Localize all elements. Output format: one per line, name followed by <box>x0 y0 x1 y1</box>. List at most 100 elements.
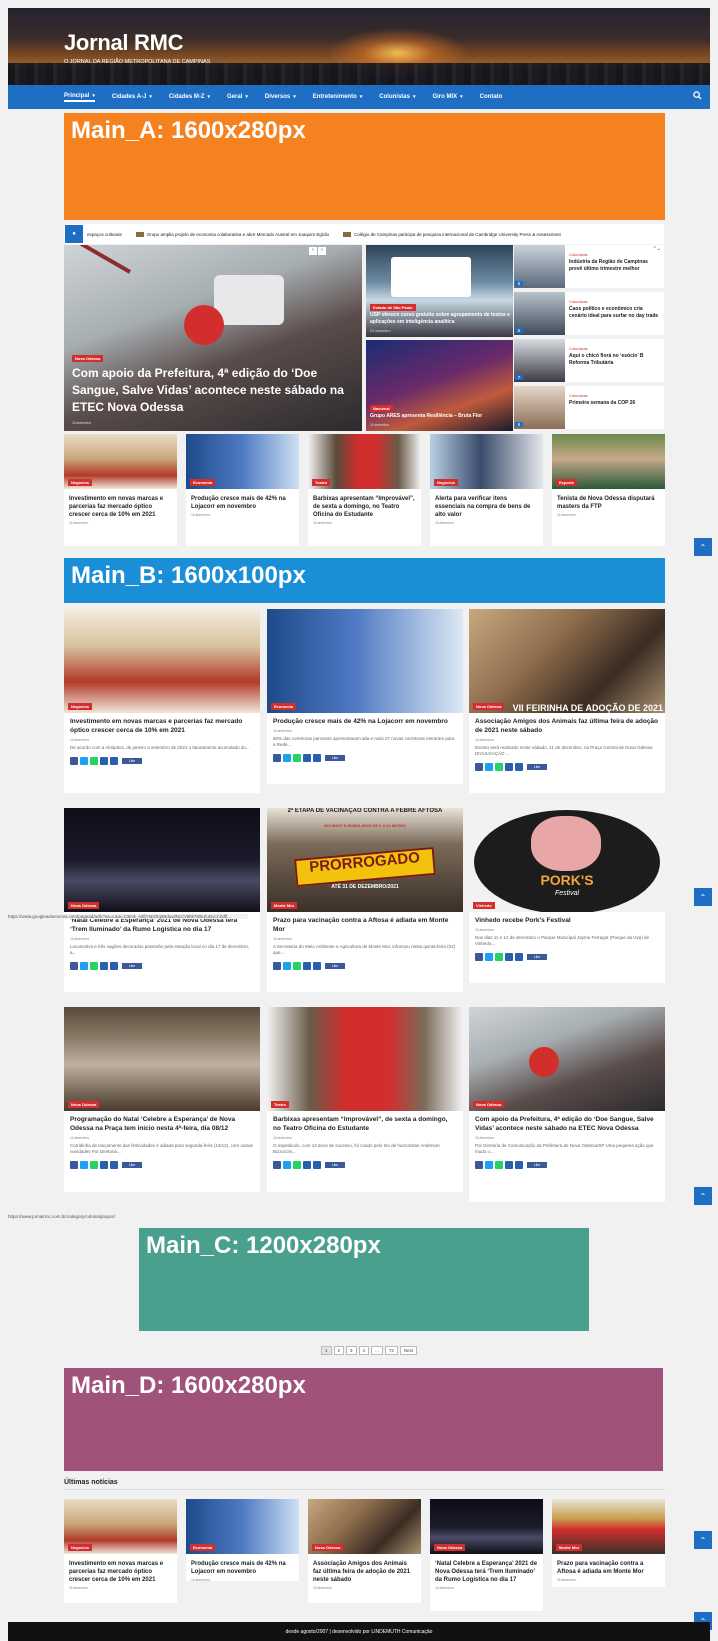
facebook-icon[interactable] <box>70 1161 78 1170</box>
feature-title[interactable]: USP oferece curso gratuito sobre agrupam… <box>370 312 510 325</box>
print-icon[interactable] <box>515 1161 523 1170</box>
like-button[interactable]: Like <box>527 764 547 771</box>
news-card[interactable]: Nova Odessa Com apoio da Prefeitura, 4ª … <box>469 1007 665 1202</box>
nav-item-giro-mix[interactable]: Giro MIX ▾ <box>432 94 462 100</box>
whatsapp-icon[interactable] <box>495 763 503 772</box>
news-card[interactable]: Nova Odessa ‘Natal Celebre a Esperança’ … <box>430 1499 543 1611</box>
page-link[interactable]: 3 <box>346 1346 357 1355</box>
nav-item-contato[interactable]: Contato <box>480 94 503 100</box>
whatsapp-icon[interactable] <box>293 754 301 763</box>
facebook-icon[interactable] <box>475 763 483 772</box>
chevron-up-icon[interactable]: ⌃ <box>694 1187 712 1205</box>
like-button[interactable]: Like <box>527 954 547 961</box>
twitter-icon[interactable] <box>283 962 291 971</box>
news-card[interactable]: VII FEIRINHA DE ADOÇÃO DE 2021 Nova Odes… <box>469 609 665 793</box>
print-icon[interactable] <box>110 756 118 765</box>
category-badge[interactable]: Nacional <box>370 405 393 412</box>
ticker-item[interactable]: Grupo amplia projeto de economia colabor… <box>135 231 329 237</box>
email-icon[interactable] <box>100 1161 108 1170</box>
mid-feature[interactable]: Nacional Grupo ARES apresenta Resiliênci… <box>366 340 513 431</box>
email-icon[interactable] <box>100 756 108 765</box>
twitter-icon[interactable] <box>80 756 88 765</box>
news-card[interactable]: Negócios Investimento em novas marcas e … <box>64 609 260 793</box>
twitter-icon[interactable] <box>485 763 493 772</box>
email-icon[interactable] <box>303 754 311 763</box>
ad-main-c[interactable]: Main_C: 1200x280px <box>139 1228 589 1331</box>
ticker-item[interactable]: espaços culturais <box>87 232 122 237</box>
page-link[interactable]: 2 <box>333 1346 345 1355</box>
page-link[interactable]: 4 <box>358 1346 370 1355</box>
like-button[interactable]: Like <box>325 755 345 762</box>
print-icon[interactable] <box>515 763 523 772</box>
side-list-item[interactable]: 8 Colunistas Primeira semana da COP 26 <box>514 386 664 429</box>
news-card[interactable]: Economia Produção cresce mais de 42% na … <box>186 1499 299 1582</box>
facebook-icon[interactable] <box>475 1161 483 1170</box>
like-button[interactable]: Like <box>122 963 142 970</box>
print-icon[interactable] <box>110 962 118 971</box>
email-icon[interactable] <box>505 953 513 962</box>
nav-item-diversos[interactable]: Diversos ▾ <box>265 94 296 100</box>
facebook-icon[interactable] <box>273 962 281 971</box>
side-list-item[interactable]: 6 Colunistas Caos político e econômico c… <box>514 292 664 335</box>
twitter-icon[interactable] <box>80 962 88 971</box>
chevron-up-icon[interactable]: ⌃ <box>694 538 712 556</box>
nav-item-cidades-a-j[interactable]: Cidades A-J ▾ <box>112 94 152 100</box>
like-button[interactable]: Like <box>122 757 142 764</box>
chevron-up-icon[interactable]: ⌃ <box>694 888 712 906</box>
facebook-icon[interactable] <box>70 962 78 971</box>
twitter-icon[interactable] <box>283 1161 291 1170</box>
facebook-icon[interactable] <box>273 754 281 763</box>
chevron-up-icon[interactable]: ⌃⌄ <box>653 246 661 252</box>
nav-item-entretenimento[interactable]: Entretenimento ▾ <box>313 94 363 100</box>
twitter-icon[interactable] <box>283 754 291 763</box>
print-icon[interactable] <box>313 1161 321 1170</box>
news-card[interactable]: Negócios Investimento em novas marcas e … <box>64 434 177 546</box>
twitter-icon[interactable] <box>485 1161 493 1170</box>
twitter-icon[interactable] <box>485 953 493 962</box>
like-button[interactable]: Like <box>325 963 345 970</box>
whatsapp-icon[interactable] <box>495 1161 503 1170</box>
chevron-left-icon[interactable]: ‹ <box>309 247 317 255</box>
ad-main-b[interactable]: Main_B: 1600x100px <box>64 558 665 603</box>
hero-feature[interactable]: ‹ › Nova Odessa Com apoio da Prefeitura,… <box>64 245 362 431</box>
news-card[interactable]: Esporte Tenista de Nova Odessa disputará… <box>552 434 665 546</box>
news-card[interactable]: Nova Odessa Associação Amigos dos Animai… <box>308 1499 421 1603</box>
print-icon[interactable] <box>515 953 523 962</box>
side-list-item[interactable]: 5 ⌃⌄ Colunistas Indústria da Região de C… <box>514 245 664 288</box>
page-link[interactable]: 1 <box>321 1346 332 1355</box>
print-icon[interactable] <box>110 1161 118 1170</box>
facebook-icon[interactable] <box>475 953 483 962</box>
whatsapp-icon[interactable] <box>293 962 301 971</box>
nav-item-colunistas[interactable]: Colunistas ▾ <box>379 94 415 100</box>
like-button[interactable]: Like <box>325 1162 345 1169</box>
news-card[interactable]: Negócios Alerta para verificar itens ess… <box>430 434 543 546</box>
print-icon[interactable] <box>313 962 321 971</box>
mid-feature[interactable]: Estado de São Paulo USP oferece curso gr… <box>366 245 513 337</box>
news-card[interactable]: Economia Produção cresce mais de 42% na … <box>186 434 299 546</box>
ad-main-d[interactable]: Main_D: 1600x280px <box>64 1368 663 1471</box>
news-card[interactable]: Teatro Barbixas apresentam “Improvável”,… <box>267 1007 463 1192</box>
news-card[interactable]: Nova Odessa Programação do Natal ‘Celebr… <box>64 1007 260 1192</box>
news-card[interactable]: 2ª ETAPA DE VACINAÇÃO CONTRA A FEBRE AFT… <box>267 808 463 992</box>
ad-main-a[interactable]: Main_A: 1600x280px <box>64 113 665 220</box>
like-button[interactable]: Like <box>527 1162 547 1169</box>
news-card[interactable]: Negócios Investimento em novas marcas e … <box>64 1499 177 1603</box>
nav-item-cidades-m-z[interactable]: Cidades M-Z ▾ <box>169 94 210 100</box>
chevron-up-icon[interactable]: ⌃ <box>694 1531 712 1549</box>
twitter-icon[interactable] <box>80 1161 88 1170</box>
whatsapp-icon[interactable] <box>90 756 98 765</box>
news-card[interactable]: Nova Odessa ‘Natal Celebre a Esperança’ … <box>64 808 260 992</box>
news-card[interactable]: Monte Mor Prazo para vacinação contra a … <box>552 1499 665 1587</box>
news-card[interactable]: Economia Produção cresce mais de 42% na … <box>267 609 463 784</box>
facebook-icon[interactable] <box>273 1161 281 1170</box>
email-icon[interactable] <box>505 1161 513 1170</box>
hero-title[interactable]: Com apoio da Prefeitura, 4ª edição do ‘D… <box>72 365 352 415</box>
email-icon[interactable] <box>303 1161 311 1170</box>
nav-item-geral[interactable]: Geral ▾ <box>227 94 248 100</box>
ticker-item[interactable]: Colégio de Campinas participa de pesquis… <box>343 231 561 237</box>
print-icon[interactable] <box>313 754 321 763</box>
nav-item-principal[interactable]: Principal ▾ <box>64 93 95 102</box>
site-logo[interactable]: Jornal RMC <box>64 30 184 56</box>
news-card[interactable]: PORK'S Festival Vinhedo Vinhedo recebe P… <box>469 808 665 983</box>
facebook-icon[interactable] <box>70 756 78 765</box>
